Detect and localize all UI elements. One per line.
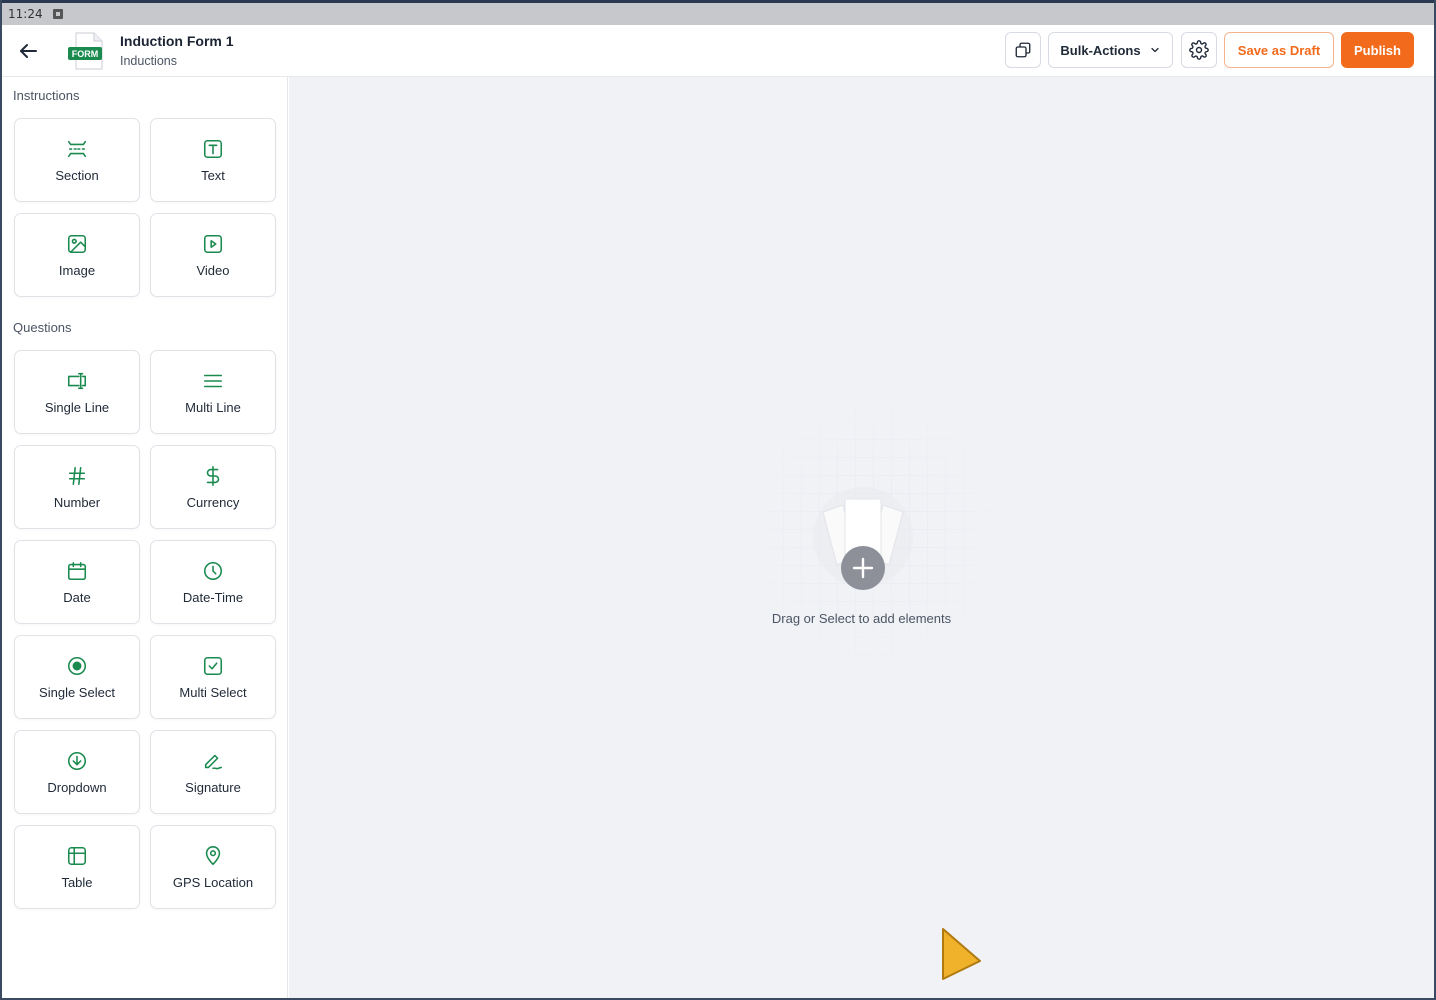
tile-label: Date bbox=[63, 590, 91, 605]
element-tile-single-line[interactable]: Single Line bbox=[14, 350, 140, 434]
element-tile-text[interactable]: Text bbox=[150, 118, 276, 202]
tile-label: Multi Line bbox=[185, 400, 241, 415]
empty-state-illustration bbox=[813, 487, 913, 590]
element-tile-currency[interactable]: Currency bbox=[150, 445, 276, 529]
tile-label: Signature bbox=[185, 780, 241, 795]
page-title: Induction Form 1 bbox=[120, 33, 234, 49]
chevron-down-icon bbox=[1150, 47, 1159, 53]
save-as-draft-button[interactable]: Save as Draft bbox=[1224, 32, 1334, 68]
tile-label: Date-Time bbox=[182, 590, 244, 605]
checkbox-icon bbox=[203, 656, 223, 676]
calendar-icon bbox=[67, 561, 87, 581]
arrow-down-circle-icon bbox=[67, 751, 87, 771]
element-tile-date[interactable]: Date bbox=[14, 540, 140, 624]
tile-label: Dropdown bbox=[47, 780, 107, 795]
element-tile-gps-location[interactable]: GPS Location bbox=[150, 825, 276, 909]
clock-icon bbox=[203, 561, 223, 581]
mouse-pointer-icon bbox=[942, 928, 981, 980]
form-file-icon: FORM bbox=[68, 32, 103, 70]
sim-icon bbox=[52, 9, 63, 19]
form-badge-text: FORM bbox=[72, 49, 99, 59]
back-arrow-icon[interactable] bbox=[16, 39, 40, 63]
duplicate-button[interactable] bbox=[1005, 32, 1041, 68]
settings-button[interactable] bbox=[1181, 32, 1217, 68]
publish-button[interactable]: Publish bbox=[1341, 32, 1414, 68]
tile-label: Single Select bbox=[39, 685, 115, 700]
multi-line-icon bbox=[203, 374, 223, 388]
element-tile-signature[interactable]: Signature bbox=[150, 730, 276, 814]
section-icon bbox=[67, 140, 87, 158]
element-tile-single-select[interactable]: Single Select bbox=[14, 635, 140, 719]
copy-icon bbox=[1015, 42, 1031, 58]
tile-label: Single Line bbox=[44, 400, 110, 415]
element-tile-number[interactable]: Number bbox=[14, 445, 140, 529]
video-icon bbox=[203, 234, 223, 254]
tile-label: Number bbox=[53, 495, 101, 510]
page-subtitle: Inductions bbox=[120, 54, 177, 68]
tile-label: Section bbox=[55, 168, 99, 183]
element-tile-table[interactable]: Table bbox=[14, 825, 140, 909]
elements-sidebar: Instructions Section Text Image Video Qu… bbox=[2, 77, 288, 998]
instructions-heading: Instructions bbox=[13, 88, 80, 103]
map-pin-icon bbox=[205, 846, 221, 866]
questions-heading: Questions bbox=[13, 320, 72, 335]
app-window: 11:24 FORM Induction Form 1 Inductions B… bbox=[0, 0, 1436, 1000]
element-tile-multi-select[interactable]: Multi Select bbox=[150, 635, 276, 719]
bulk-actions-label: Bulk-Actions bbox=[1060, 42, 1141, 58]
single-line-icon bbox=[67, 372, 87, 390]
hash-icon bbox=[68, 466, 86, 486]
image-icon bbox=[67, 234, 87, 254]
tile-label: Video bbox=[196, 263, 230, 278]
tile-label: Image bbox=[58, 263, 96, 278]
element-tile-video[interactable]: Video bbox=[150, 213, 276, 297]
dollar-icon bbox=[206, 466, 220, 486]
element-tile-image[interactable]: Image bbox=[14, 213, 140, 297]
element-tile-section[interactable]: Section bbox=[14, 118, 140, 202]
element-tile-date-time[interactable]: Date-Time bbox=[150, 540, 276, 624]
tile-label: Multi Select bbox=[179, 685, 247, 700]
bulk-actions-button[interactable]: Bulk-Actions bbox=[1048, 32, 1173, 68]
tile-label: GPS Location bbox=[172, 875, 254, 890]
empty-state-text: Drag or Select to add elements bbox=[771, 611, 952, 626]
element-tile-dropdown[interactable]: Dropdown bbox=[14, 730, 140, 814]
status-time: 11:24 bbox=[8, 7, 43, 21]
tile-label: Text bbox=[201, 168, 225, 183]
table-icon bbox=[67, 846, 87, 866]
header-bar: FORM Induction Form 1 Inductions Bulk-Ac… bbox=[2, 25, 1434, 77]
tile-label: Table bbox=[61, 875, 93, 890]
form-canvas[interactable]: Drag or Select to add elements bbox=[289, 77, 1434, 998]
tile-label: Currency bbox=[186, 495, 240, 510]
status-bar: 11:24 bbox=[2, 0, 1434, 25]
pen-icon bbox=[204, 754, 223, 770]
radio-icon bbox=[67, 656, 87, 676]
gear-icon bbox=[1189, 40, 1209, 60]
text-icon bbox=[203, 139, 223, 159]
element-tile-multi-line[interactable]: Multi Line bbox=[150, 350, 276, 434]
